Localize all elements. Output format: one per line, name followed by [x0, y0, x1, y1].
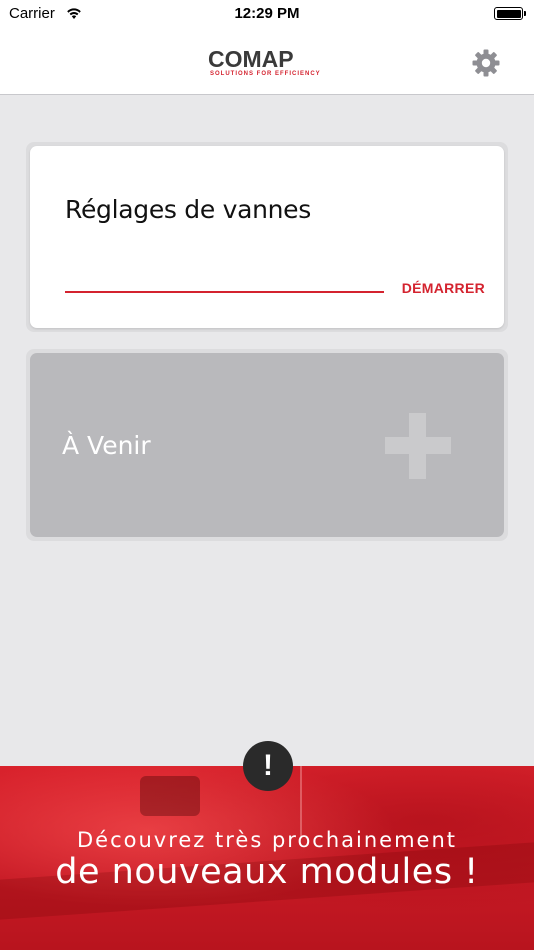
status-bar: Carrier 12:29 PM [0, 0, 534, 28]
exclamation-icon: ! [243, 741, 293, 791]
banner-line-2: de nouveaux modules ! [55, 852, 479, 892]
module-card-coming-soon: À Venir [26, 349, 508, 541]
accent-divider [65, 291, 384, 293]
module-title: À Venir [62, 431, 151, 460]
promo-banner: Découvrez très prochainement de nouveaux… [0, 766, 534, 950]
battery-icon [494, 7, 526, 20]
banner-background-shape [140, 776, 200, 816]
logo-wordmark: COMAP [208, 46, 294, 72]
module-card-body: À Venir [30, 353, 504, 537]
nav-bar: COMAP SOLUTIONS FOR EFFICIENCY [0, 28, 534, 95]
gear-icon[interactable] [471, 48, 501, 78]
comap-logo: COMAP SOLUTIONS FOR EFFICIENCY [208, 48, 328, 78]
plus-icon [385, 413, 451, 479]
clock: 12:29 PM [234, 5, 300, 22]
banner-line-1: Découvrez très prochainement [76, 828, 457, 852]
module-title: Réglages de vannes [65, 195, 311, 224]
module-card-valves[interactable]: Réglages de vannes DÉMARRER [26, 142, 508, 332]
start-button[interactable]: DÉMARRER [402, 280, 485, 296]
banner-background-shape [300, 766, 302, 836]
logo-tagline: SOLUTIONS FOR EFFICIENCY [210, 71, 321, 77]
module-card-body: Réglages de vannes DÉMARRER [30, 146, 504, 328]
